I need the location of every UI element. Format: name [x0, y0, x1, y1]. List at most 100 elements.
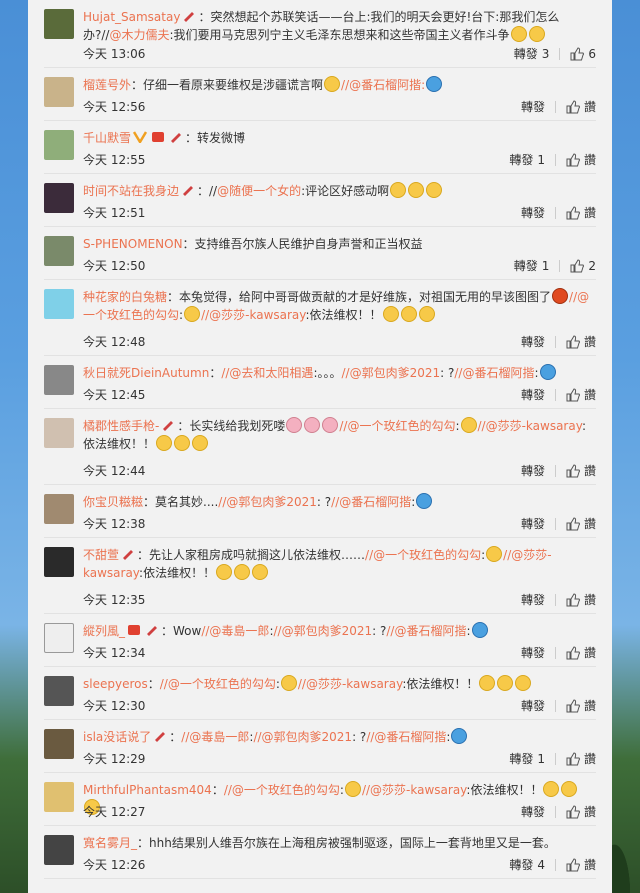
repost-button[interactable]: 轉發 [521, 591, 545, 608]
like-button[interactable]: 讚 [566, 386, 596, 403]
mention-link[interactable]: //@番石榴阿揩: [341, 78, 425, 92]
username[interactable]: S-PHENOMENON [83, 237, 183, 251]
mention-link[interactable]: @木力儒夫 [109, 28, 169, 42]
avatar[interactable] [44, 547, 74, 577]
repost-button[interactable]: 轉發 [521, 697, 545, 714]
mention-link[interactable]: //@郭包肉爹2021 [218, 495, 317, 509]
username[interactable]: sleepyeros [83, 677, 148, 691]
username[interactable]: 种花家的白兔糖 [83, 290, 167, 304]
mention-link[interactable]: //@郭包肉爹2021 [341, 366, 440, 380]
mention-link[interactable]: //@去和太阳相遇 [221, 366, 313, 380]
avatar[interactable] [44, 782, 74, 812]
username[interactable]: isla没话说了 [83, 730, 151, 744]
like-button[interactable]: 讚 [566, 856, 596, 873]
repost-button[interactable]: 轉發 [521, 462, 545, 479]
mention-link[interactable]: //@番石榴阿揩 [331, 495, 411, 509]
avatar[interactable] [44, 365, 74, 395]
repost-button[interactable]: 轉發 1 [514, 257, 550, 274]
mention-link[interactable]: //@一个玫红色的勾勾 [365, 548, 481, 562]
mention-link[interactable]: //@番石榴阿揩 [454, 366, 534, 380]
mention-link[interactable]: //@一个玫红色的勾勾 [339, 419, 455, 433]
repost-button[interactable]: 轉發 [521, 98, 545, 115]
repost-button[interactable]: 轉發 3 [514, 45, 550, 62]
mention-link[interactable]: //@番石榴阿揩 [366, 730, 446, 744]
mention-link[interactable]: //@一个玫红色的勾勾 [160, 677, 276, 691]
mention-link[interactable]: //@莎莎-kawsaray [201, 308, 305, 322]
username[interactable]: 榴莲号外 [83, 78, 131, 92]
mention-link[interactable]: //@郭包肉爹2021 [273, 624, 372, 638]
like-button[interactable]: 2 [570, 259, 596, 273]
emoji-icon [252, 564, 269, 580]
emoji-icon [382, 306, 399, 322]
mention-link[interactable]: //@莎莎-kawsaray [478, 419, 582, 433]
repost-button[interactable]: 轉發 1 [509, 750, 545, 767]
comment-meta: 今天 12:29 轉發 1 讚 [83, 750, 596, 767]
mention-link[interactable]: //@毒島一郎 [201, 624, 269, 638]
mention-link[interactable]: //@莎莎-kawsaray [298, 677, 402, 691]
like-button[interactable]: 讚 [566, 333, 596, 350]
repost-button[interactable]: 轉發 [521, 333, 545, 350]
comment-text: 秋日就死DieinAutumn：//@去和太阳相遇:。。。//@郭包肉爹2021… [83, 364, 596, 382]
repost-list: Hujat_Samsatay ：突然想起个苏联笑话——台上:我们的明天会更好!台下… [28, 0, 612, 893]
username[interactable]: MirthfulPhantasm404 [83, 783, 212, 797]
username[interactable]: 寬名雾月_ [83, 836, 137, 850]
repost-button[interactable]: 轉發 1 [509, 151, 545, 168]
like-button[interactable]: 讚 [566, 204, 596, 221]
avatar[interactable] [44, 9, 74, 39]
list-item: S-PHENOMENON：支持维吾尔族人民维护自身声誉和正当权益 今天 12:5… [44, 227, 596, 280]
mention-link[interactable]: //@莎莎-kawsaray [362, 783, 466, 797]
username[interactable]: 秋日就死DieinAutumn [83, 366, 209, 380]
like-button[interactable]: 讚 [566, 803, 596, 820]
list-item: isla没话说了 ：//@毒島一郎://@郭包肉爹2021: ?//@番石榴阿揩:… [44, 720, 596, 773]
like-button[interactable]: 讚 [566, 697, 596, 714]
list-item: sleepyeros：//@一个玫红色的勾勾://@莎莎-kawsaray:依法… [44, 667, 596, 720]
username[interactable]: 千山默雪 [83, 131, 131, 145]
avatar[interactable] [44, 289, 74, 319]
comment-text: sleepyeros：//@一个玫红色的勾勾://@莎莎-kawsaray:依法… [83, 675, 596, 693]
username[interactable]: 时间不站在我身边 [83, 184, 179, 198]
like-button[interactable]: 6 [570, 47, 596, 61]
repost-button[interactable]: 轉發 [521, 386, 545, 403]
repost-button[interactable]: 轉發 4 [509, 856, 545, 873]
emoji-icon [280, 675, 297, 691]
mention-link[interactable]: //@郭包肉爹2021 [253, 730, 352, 744]
avatar[interactable] [44, 236, 74, 266]
avatar[interactable] [44, 729, 74, 759]
avatar[interactable] [44, 623, 74, 653]
comment-text: Hujat_Samsatay ：突然想起个苏联笑话——台上:我们的明天会更好!台下… [83, 10, 560, 42]
comment-meta: 今天 12:26 轉發 4 讚 [83, 856, 596, 873]
comment-text: 榴莲号外：仔细一看原来要维权是涉疆谎言啊//@番石榴阿揩: [83, 76, 596, 94]
repost-button[interactable]: 轉發 [521, 644, 545, 661]
mention-link[interactable]: //@一个玫红色的勾勾 [224, 783, 340, 797]
username[interactable]: Hujat_Samsatay [83, 10, 180, 24]
avatar[interactable] [44, 835, 74, 865]
like-button[interactable]: 讚 [566, 151, 596, 168]
mention-link[interactable]: //@番石榴阿揩 [386, 624, 466, 638]
repost-button[interactable]: 轉發 [521, 803, 545, 820]
avatar[interactable] [44, 77, 74, 107]
avatar[interactable] [44, 183, 74, 213]
comment-meta: 今天 12:30 轉發 讚 [83, 697, 596, 713]
repost-button[interactable]: 轉發 [521, 515, 545, 532]
avatar[interactable] [44, 418, 74, 448]
badge-icon [184, 12, 195, 22]
username[interactable]: 不甜萱 [83, 548, 119, 562]
like-button[interactable]: 讚 [566, 98, 596, 115]
avatar[interactable] [44, 676, 74, 706]
like-button[interactable]: 讚 [566, 644, 596, 661]
like-button[interactable]: 讚 [566, 462, 596, 479]
username[interactable]: 縱列風_ [83, 624, 125, 638]
timestamp: 今天 12:29 [83, 752, 146, 766]
like-button[interactable]: 讚 [566, 750, 596, 767]
thumbs-up-icon [566, 516, 580, 530]
mention-link[interactable]: @随便一个女的 [217, 184, 301, 198]
repost-button[interactable]: 轉發 [521, 204, 545, 221]
like-button[interactable]: 讚 [566, 591, 596, 608]
avatar[interactable] [44, 130, 74, 160]
username[interactable]: 橘郡性感手枪- [83, 419, 159, 433]
avatar[interactable] [44, 494, 74, 524]
like-button[interactable]: 讚 [566, 515, 596, 532]
mention-link[interactable]: //@毒島一郎 [181, 730, 249, 744]
username[interactable]: 你宝贝糍糍 [83, 495, 143, 509]
emoji-icon [234, 564, 251, 580]
